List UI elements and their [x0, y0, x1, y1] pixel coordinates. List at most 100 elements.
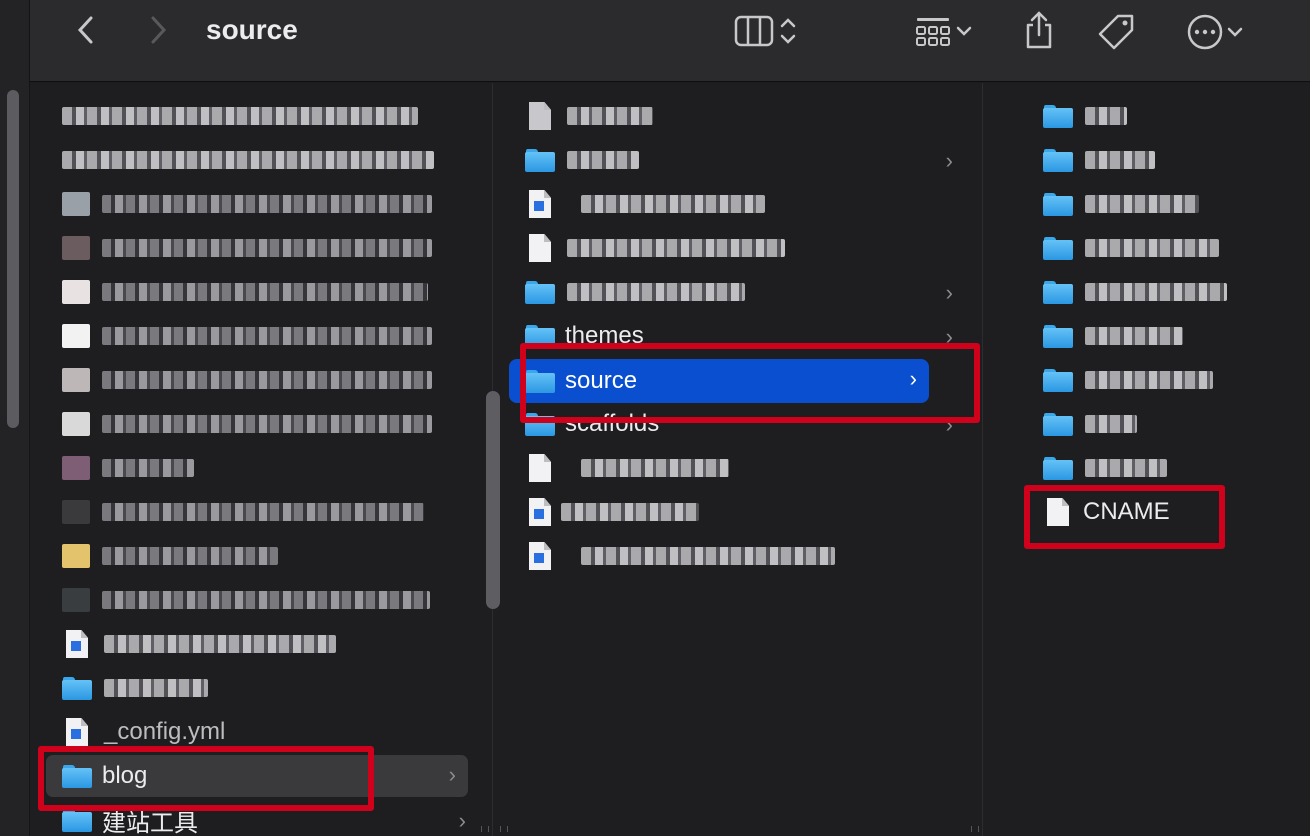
- document-icon: [529, 542, 551, 570]
- folder-icon: [1043, 280, 1073, 304]
- folder-icon: [1043, 412, 1073, 436]
- column-browser: _config.yml blog › 建站工具 › › › themes › s…: [30, 83, 1310, 836]
- redacted-name: [102, 195, 432, 213]
- toolbar: source: [30, 0, 1310, 82]
- folder-icon: [525, 324, 555, 348]
- list-item[interactable]: [1043, 273, 1293, 311]
- list-item[interactable]: [62, 405, 462, 443]
- redacted-name: [1085, 283, 1227, 301]
- document-icon: [66, 630, 88, 658]
- list-item[interactable]: [62, 669, 462, 707]
- redacted-name: [1085, 239, 1219, 257]
- folder-themes[interactable]: themes ›: [525, 317, 965, 355]
- folder-scaffolds[interactable]: scaffolds ›: [525, 405, 965, 443]
- tag-icon: [1098, 14, 1134, 50]
- list-item[interactable]: _config.yml: [62, 713, 462, 751]
- share-button[interactable]: [1018, 8, 1060, 52]
- list-item[interactable]: [1043, 317, 1293, 355]
- file-cname[interactable]: CNAME: [1043, 493, 1293, 531]
- document-icon: [66, 718, 88, 746]
- back-button[interactable]: [70, 14, 102, 46]
- list-item[interactable]: [1043, 141, 1293, 179]
- folder-source[interactable]: source ›: [509, 359, 929, 403]
- column-scrollbar[interactable]: [486, 391, 500, 609]
- file-thumbnail: [62, 324, 90, 348]
- folder-blog[interactable]: blog ›: [46, 755, 468, 797]
- column-resize-handle[interactable]: [971, 826, 979, 832]
- file-thumbnail: [62, 544, 90, 568]
- file-thumbnail: [62, 368, 90, 392]
- share-icon: [1026, 11, 1052, 49]
- folder-icon: [1043, 148, 1073, 172]
- chevron-updown-icon: [780, 18, 796, 44]
- redacted-name: [581, 547, 835, 565]
- list-item[interactable]: ›: [525, 273, 965, 311]
- group-button[interactable]: [904, 12, 984, 50]
- redacted-name: [567, 151, 639, 169]
- list-item[interactable]: [525, 493, 965, 531]
- redacted-name: [1085, 107, 1127, 125]
- forward-button[interactable]: [142, 14, 174, 46]
- redacted-name: [567, 239, 785, 257]
- list-item[interactable]: [62, 273, 462, 311]
- chevron-right-icon: [151, 16, 167, 44]
- sidebar-scrollbar[interactable]: [7, 90, 19, 428]
- file-thumbnail: [62, 456, 90, 480]
- file-name: CNAME: [1083, 498, 1170, 525]
- file-name: _config.yml: [104, 718, 226, 745]
- redacted-name: [102, 503, 424, 521]
- list-item[interactable]: [62, 537, 462, 575]
- list-item[interactable]: [525, 229, 965, 267]
- chevron-right-icon: ›: [909, 366, 917, 391]
- column-3: CNAME: [971, 83, 1310, 836]
- list-item[interactable]: [62, 625, 462, 663]
- folder-icon: [525, 369, 555, 393]
- tag-button[interactable]: [1094, 10, 1138, 54]
- folder-icon: [1043, 192, 1073, 216]
- list-item[interactable]: [1043, 361, 1293, 399]
- list-item[interactable]: [1043, 229, 1293, 267]
- redacted-name: [102, 283, 428, 301]
- folder-name: blog: [102, 762, 148, 789]
- list-item[interactable]: [525, 537, 965, 575]
- list-item[interactable]: [1043, 449, 1293, 487]
- document-icon: [529, 498, 551, 526]
- redacted-name: [1085, 371, 1213, 389]
- list-item[interactable]: [1043, 185, 1293, 223]
- document-icon: [529, 234, 551, 262]
- list-item[interactable]: [62, 317, 462, 355]
- list-item[interactable]: [525, 449, 965, 487]
- list-item[interactable]: [62, 141, 462, 179]
- redacted-name: [102, 371, 432, 389]
- list-item[interactable]: [62, 185, 462, 223]
- redacted-name: [102, 459, 194, 477]
- list-item[interactable]: [62, 493, 462, 531]
- folder-icon: [62, 764, 92, 788]
- redacted-name: [1085, 195, 1199, 213]
- column-resize-handle[interactable]: [481, 826, 489, 832]
- folder-tools[interactable]: 建站工具 ›: [62, 801, 466, 836]
- redacted-name: [104, 635, 336, 653]
- list-item[interactable]: ›: [525, 141, 965, 179]
- redacted-name: [104, 679, 208, 697]
- folder-name: scaffolds: [565, 410, 660, 437]
- list-item[interactable]: [62, 229, 462, 267]
- list-item[interactable]: [525, 97, 965, 135]
- list-item[interactable]: [1043, 97, 1293, 135]
- view-mode-button[interactable]: [724, 12, 808, 50]
- sidebar-strip: [0, 0, 30, 836]
- list-item[interactable]: [1043, 405, 1293, 443]
- list-item[interactable]: [62, 97, 462, 135]
- list-item[interactable]: [62, 581, 462, 619]
- chevron-right-icon: ›: [458, 808, 466, 833]
- document-icon: [529, 190, 551, 218]
- list-item[interactable]: [525, 185, 965, 223]
- folder-icon: [525, 148, 555, 172]
- redacted-name: [561, 503, 699, 521]
- list-item[interactable]: [62, 449, 462, 487]
- redacted-name: [62, 151, 434, 169]
- list-item[interactable]: [62, 361, 462, 399]
- folder-icon: [1043, 368, 1073, 392]
- more-actions-button[interactable]: [1178, 10, 1254, 54]
- document-icon: [1047, 498, 1069, 526]
